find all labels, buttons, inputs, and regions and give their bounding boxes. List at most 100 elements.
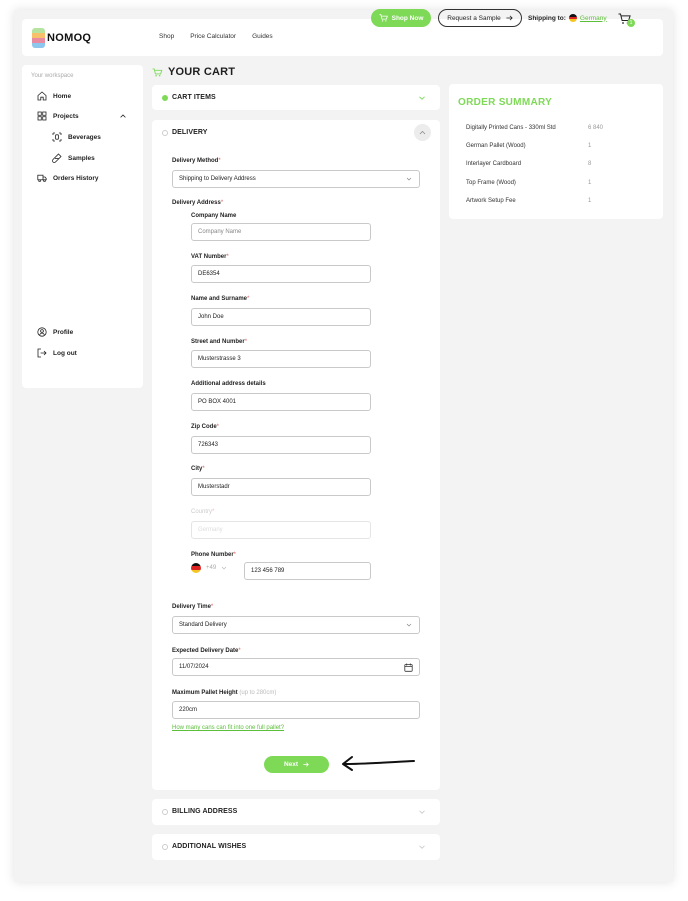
sidebar-item-beverages[interactable]: Beverages (52, 132, 101, 142)
additional-wishes-section[interactable]: ADDITIONAL WISHES (152, 834, 440, 860)
vat-number-input[interactable]: DE6354 (191, 265, 371, 283)
order-summary-panel: ORDER SUMMARY Digitally Printed Cans - 3… (449, 84, 663, 219)
step-circle-icon (162, 843, 168, 850)
request-sample-button[interactable]: Request a Sample (438, 9, 522, 27)
summary-item-name: Digitally Printed Cans - 330ml Std (466, 125, 556, 131)
country-input: Germany (191, 521, 371, 539)
sidebar-item-label: Home (53, 92, 72, 100)
summary-item-qty: 1 (588, 143, 592, 149)
collapse-button[interactable] (414, 124, 431, 141)
page-title-text: YOUR CART (168, 66, 236, 78)
home-icon (37, 91, 47, 101)
chevron-down-icon (221, 566, 227, 570)
top-navbar: NOMOQ Shop Price Calculator Guides (22, 19, 663, 56)
summary-item-qty: 1 (588, 180, 592, 186)
truck-icon (37, 174, 47, 183)
calendar-icon[interactable] (404, 663, 413, 672)
cart-count-badge: 1 (627, 19, 635, 27)
sidebar-item-label: Profile (53, 328, 74, 336)
sidebar-item-profile[interactable]: Profile (37, 327, 73, 337)
annotation-arrow-icon (342, 756, 415, 771)
brand-logo[interactable]: NOMOQ (32, 28, 91, 48)
additional-wishes-title: ADDITIONAL WISHES (172, 843, 247, 850)
city-label: City* (191, 466, 205, 472)
nav-guides[interactable]: Guides (252, 33, 273, 40)
chevron-down-icon[interactable] (418, 94, 426, 102)
germany-flag-icon (191, 563, 201, 573)
summary-item-name: Artwork Setup Fee (466, 198, 516, 204)
delivery-header[interactable]: DELIVERY (162, 129, 208, 136)
delivery-method-select[interactable]: Shipping to Delivery Address (172, 170, 420, 188)
nav-shop[interactable]: Shop (159, 33, 174, 40)
cart-items-header: CART ITEMS (162, 94, 216, 101)
order-summary-title: ORDER SUMMARY (458, 97, 553, 108)
sidebar-item-orders-history[interactable]: Orders History (37, 173, 99, 183)
check-icon (162, 94, 168, 101)
phone-number-label: Phone Number* (191, 552, 237, 558)
phone-country-code-select[interactable]: +49 (191, 563, 227, 573)
name-surname-input[interactable]: John Doe (191, 308, 371, 326)
sidebar-item-log-out[interactable]: Log out (37, 348, 77, 358)
next-button[interactable]: Next (264, 756, 329, 773)
request-sample-label: Request a Sample (447, 14, 501, 22)
expected-date-input[interactable]: 11/07/2024 (172, 658, 420, 676)
cart-items-section[interactable]: CART ITEMS (152, 85, 440, 110)
summary-item-name: Top Frame (Wood) (466, 180, 516, 186)
delivery-title: DELIVERY (172, 129, 208, 136)
billing-address-title: BILLING ADDRESS (172, 808, 238, 815)
summary-item-name: Interlayer Cardboard (466, 161, 522, 167)
sidebar-item-projects[interactable]: Projects (37, 111, 79, 121)
shipping-country[interactable]: Germany (580, 15, 607, 22)
pallet-height-input[interactable]: 220cm (172, 701, 420, 719)
delivery-time-label: Delivery Time* (172, 604, 214, 610)
chevron-down-icon[interactable] (418, 843, 426, 851)
street-number-input[interactable]: Musterstrasse 3 (191, 350, 371, 368)
sidebar-item-label: Log out (53, 349, 77, 357)
chevron-up-icon (419, 130, 426, 135)
user-icon (37, 327, 47, 337)
sidebar-item-label: Samples (68, 154, 95, 162)
can-icon (52, 132, 62, 142)
brand-name: NOMOQ (47, 32, 92, 44)
logo-icon (32, 28, 45, 48)
chevron-up-icon[interactable] (120, 114, 126, 118)
cart-icon (379, 14, 388, 22)
delivery-time-select[interactable]: Standard Delivery (172, 616, 420, 634)
chevron-down-icon (406, 177, 412, 181)
nav-price-calculator[interactable]: Price Calculator (190, 33, 236, 40)
additional-address-input[interactable]: PO BOX 4001 (191, 393, 371, 411)
billing-address-section[interactable]: BILLING ADDRESS (152, 799, 440, 825)
step-circle-icon (162, 129, 168, 136)
workspace-label: Your workspace (31, 73, 74, 79)
sidebar-item-label: Beverages (68, 133, 101, 141)
country-label: Country* (191, 509, 215, 515)
page-title: YOUR CART (152, 66, 235, 78)
name-surname-label: Name and Surname* (191, 296, 250, 302)
shop-now-label: Shop Now (391, 14, 424, 22)
company-name-input[interactable]: Company Name (191, 223, 371, 241)
logout-icon (37, 348, 47, 358)
delivery-address-label: Delivery Address* (172, 200, 224, 206)
sidebar-item-home[interactable]: Home (37, 91, 71, 101)
grid-icon (37, 111, 47, 121)
cans-per-pallet-link[interactable]: How many cans can fit into one full pall… (172, 725, 284, 731)
shipping-selector[interactable]: Shipping to: Germany (528, 14, 607, 22)
phone-code: +49 (206, 565, 217, 571)
chevron-down-icon[interactable] (418, 808, 426, 816)
summary-item-qty: 8 (588, 161, 592, 167)
cart-items-title: CART ITEMS (172, 94, 216, 101)
city-input[interactable]: Musterstadr (191, 478, 371, 496)
billing-address-header: BILLING ADDRESS (162, 808, 237, 815)
delivery-method-value: Shipping to Delivery Address (179, 176, 256, 182)
vat-number-label: VAT Number* (191, 254, 229, 260)
expected-date-label: Expected Delivery Date* (172, 648, 241, 654)
phone-number-input[interactable]: 123 456 789 (244, 562, 371, 580)
shop-now-button[interactable]: Shop Now (371, 9, 431, 27)
street-number-label: Street and Number* (191, 339, 248, 345)
cart-icon (152, 67, 163, 76)
flask-icon (52, 153, 62, 163)
shipping-label: Shipping to: (528, 14, 566, 22)
pallet-height-label: Maximum Pallet Height (up to 280cm) (172, 690, 277, 696)
zip-code-input[interactable]: 726343 (191, 436, 371, 454)
sidebar-item-samples[interactable]: Samples (52, 153, 95, 163)
